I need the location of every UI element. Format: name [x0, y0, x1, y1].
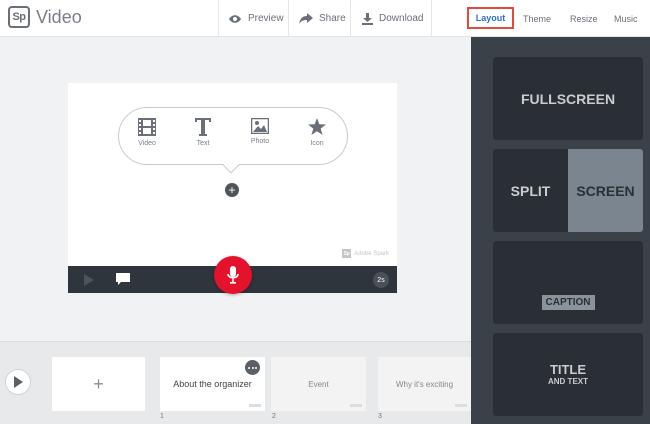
- slide-number: 3: [378, 413, 382, 420]
- share-label: Share: [319, 13, 346, 24]
- speech-bubble-icon[interactable]: [116, 273, 130, 286]
- split-left-label: SPLIT: [510, 182, 551, 199]
- media-option-icon-label: Icon: [310, 140, 324, 147]
- star-icon: [308, 118, 326, 135]
- share-arrow-icon: [299, 13, 313, 24]
- layout-fullscreen[interactable]: FULLSCREEN: [493, 57, 643, 140]
- media-option-text[interactable]: Text: [183, 118, 223, 147]
- slide-thumbnail[interactable]: About the organizer: [160, 357, 265, 411]
- layout-caption-label: CAPTION: [541, 295, 595, 310]
- media-option-text-label: Text: [196, 140, 210, 147]
- film-icon: [138, 118, 156, 136]
- download-label: Download: [379, 13, 424, 24]
- text-icon: [195, 118, 211, 136]
- toolbar-divider: [288, 0, 289, 37]
- download-button[interactable]: Download: [362, 0, 423, 37]
- tab-music[interactable]: Music: [614, 0, 638, 37]
- layout-title-text[interactable]: TITLE AND TEXT: [493, 333, 643, 416]
- slide-number: 2: [272, 413, 276, 420]
- media-option-photo-label: Photo: [250, 138, 270, 145]
- app-logo[interactable]: Sp: [8, 6, 30, 28]
- slide-number: 1: [160, 413, 164, 420]
- layout-caption[interactable]: CAPTION: [493, 241, 643, 324]
- layout-title-sub: AND TEXT: [548, 377, 588, 386]
- media-picker-bubble: Video Text Photo Icon: [118, 107, 348, 165]
- play-icon: [14, 376, 23, 388]
- split-left-pane: SPLIT: [493, 149, 568, 232]
- app-logo-text: Sp: [12, 11, 26, 23]
- tab-theme[interactable]: Theme: [523, 0, 551, 37]
- slide-thumbnail[interactable]: Event: [271, 357, 366, 411]
- photo-icon: [251, 118, 269, 134]
- slide-title: Event: [308, 379, 329, 389]
- thumbnail-watermark: [350, 404, 362, 407]
- tab-layout[interactable]: Layout: [467, 7, 514, 29]
- adobe-spark-watermark: Sp Adobe Spark: [342, 249, 389, 258]
- play-icon[interactable]: [84, 274, 94, 286]
- share-button[interactable]: Share: [299, 0, 346, 37]
- slide-duration-badge[interactable]: 2s: [373, 272, 389, 288]
- watermark-logo-icon: Sp: [342, 249, 352, 258]
- top-bar: Sp Video Preview Share Download Layout T…: [0, 0, 650, 37]
- more-options-icon[interactable]: [245, 360, 260, 375]
- toolbar-divider: [350, 0, 351, 37]
- microphone-icon: [227, 266, 239, 284]
- add-content-button[interactable]: +: [225, 183, 239, 197]
- slide-title: About the organizer: [173, 379, 252, 389]
- preview-button[interactable]: Preview: [228, 0, 284, 37]
- preview-label: Preview: [248, 13, 284, 24]
- play-all-button[interactable]: [5, 369, 31, 395]
- download-icon: [362, 12, 373, 25]
- slide-canvas[interactable]: Video Text Photo Icon + Sp Adobe Spark 2…: [68, 83, 397, 294]
- slide-title: Why it's exciting: [395, 379, 454, 389]
- media-option-icon[interactable]: Icon: [297, 118, 337, 147]
- thumbnail-watermark: [455, 404, 467, 407]
- toolbar-divider: [218, 0, 219, 37]
- canvas-control-bar: 2s: [68, 256, 397, 294]
- slide-thumbnail[interactable]: Why it's exciting: [378, 357, 471, 411]
- record-voice-button[interactable]: [214, 256, 252, 294]
- eye-icon: [229, 14, 241, 23]
- slide-strip: + About the organizer 1 Event 2 Why it's…: [0, 341, 471, 424]
- app-title: Video: [36, 7, 82, 27]
- toolbar-divider: [431, 0, 432, 37]
- watermark-text: Adobe Spark: [354, 250, 389, 257]
- layout-split-screen[interactable]: SPLIT SCREEN: [493, 149, 643, 232]
- media-option-video[interactable]: Video: [127, 118, 167, 147]
- split-right-pane: SCREEN: [568, 149, 643, 232]
- tab-resize[interactable]: Resize: [570, 0, 598, 37]
- media-option-photo[interactable]: Photo: [240, 118, 280, 145]
- add-slide-button[interactable]: +: [52, 357, 145, 411]
- layout-panel: FULLSCREEN SPLIT SCREEN CAPTION TITLE AN…: [471, 37, 650, 424]
- layout-fullscreen-label: FULLSCREEN: [520, 90, 616, 107]
- media-option-video-label: Video: [138, 140, 156, 147]
- split-right-label: SCREEN: [576, 182, 635, 199]
- thumbnail-watermark: [249, 404, 261, 407]
- layout-title-label: TITLE: [549, 362, 587, 377]
